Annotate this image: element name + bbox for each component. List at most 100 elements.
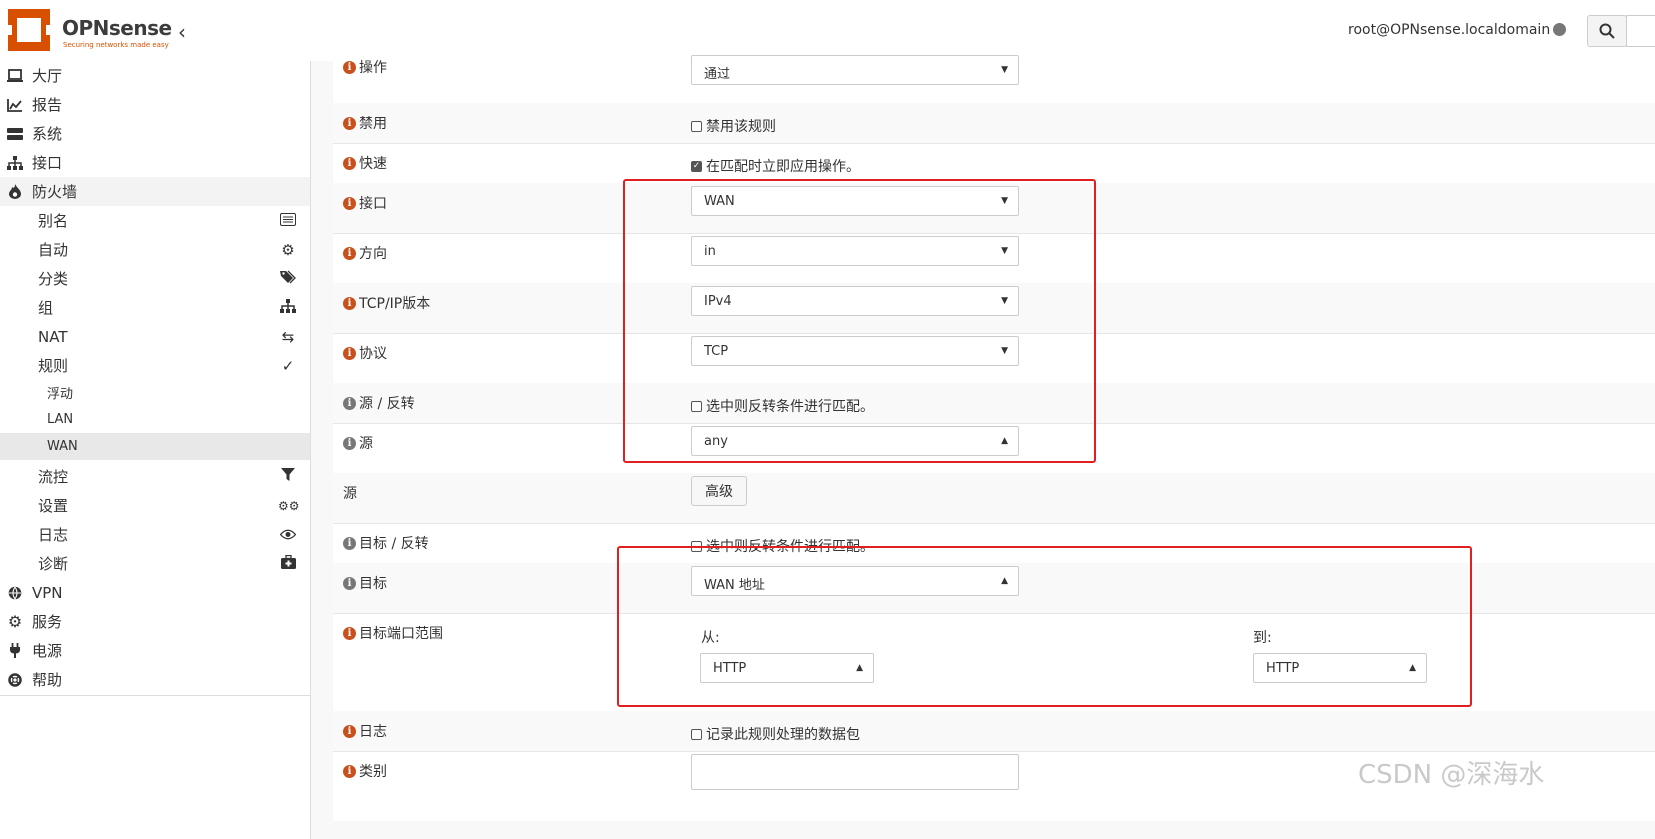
sidebar-item-interfaces[interactable]: 接口 xyxy=(0,148,310,177)
watermark: CSDN @深海水 xyxy=(1358,760,1545,790)
field-label: i 日志 xyxy=(343,721,387,741)
sidebar-item-label: 大厅 xyxy=(32,67,63,85)
source-invert-checkbox[interactable]: 选中则反转条件进行匹配。 xyxy=(691,396,874,416)
sitemap-icon xyxy=(278,298,298,317)
sidebar-item-diagnostics[interactable]: 诊断 xyxy=(0,549,310,578)
sidebar-item-label: 诊断 xyxy=(38,555,69,573)
sidebar-item-label: 规则 xyxy=(38,357,69,375)
sidebar-item-automation[interactable]: 自动 ⚙ xyxy=(0,235,310,264)
caret-up-icon: ▲ xyxy=(1409,663,1416,673)
opnsense-logo-icon[interactable] xyxy=(6,7,52,53)
eye-icon xyxy=(278,526,298,544)
sidebar-item-groups[interactable]: 组 xyxy=(0,293,310,322)
info-icon[interactable]: i xyxy=(343,626,356,640)
info-icon[interactable]: i xyxy=(343,60,356,74)
info-icon[interactable]: i xyxy=(343,536,356,550)
status-icon[interactable] xyxy=(1553,23,1566,36)
sitemap-icon xyxy=(6,155,24,170)
quick-checkbox[interactable]: ✓ 在匹配时立即应用操作。 xyxy=(691,156,860,176)
destination-select[interactable]: WAN 地址 ▲ xyxy=(691,566,1019,596)
info-icon[interactable]: i xyxy=(343,396,356,410)
sidebar-item-firewall[interactable]: 防火墙 xyxy=(0,177,310,206)
search-input[interactable] xyxy=(1626,15,1655,47)
form-row-dest-port-range: i 目标端口范围 从: 到: HTTP ▲ HTTP ▲ xyxy=(333,613,1655,712)
form-row-direction: i 方向 in ▼ xyxy=(333,233,1655,284)
gear-icon: ⚙ xyxy=(7,612,23,631)
form-row-dest-invert: i 目标 / 反转 选中则反转条件进行匹配。 xyxy=(333,523,1655,564)
info-icon[interactable]: i xyxy=(343,724,356,738)
search-button[interactable] xyxy=(1587,15,1627,47)
info-icon[interactable]: i xyxy=(343,156,356,170)
chart-icon xyxy=(6,98,24,112)
sidebar-item-power[interactable]: 电源 xyxy=(0,636,310,665)
globe-icon xyxy=(6,586,24,600)
sidebar-item-reports[interactable]: 报告 xyxy=(0,90,310,119)
sidebar-item-services[interactable]: ⚙ 服务 xyxy=(0,607,310,636)
list-icon xyxy=(278,212,298,230)
info-icon[interactable]: i xyxy=(343,196,356,210)
checkbox[interactable] xyxy=(691,400,702,412)
field-label: i 方向 xyxy=(343,243,387,263)
field-label: 源 xyxy=(343,486,357,502)
sidebar-item-nat[interactable]: NAT ⇆ xyxy=(0,322,310,351)
sidebar-item-label: WAN xyxy=(47,439,78,454)
search-icon xyxy=(1599,23,1615,39)
form-row-source: i源 any ▲ xyxy=(333,423,1655,474)
checkbox[interactable] xyxy=(691,728,702,740)
port-from-select[interactable]: HTTP ▲ xyxy=(700,653,874,683)
advanced-button[interactable]: 高级 xyxy=(691,476,747,506)
form-row-ipversion: i TCP/IP版本 IPv4 ▼ xyxy=(333,283,1655,334)
info-icon[interactable]: i xyxy=(343,576,356,590)
sidebar-item-rules-wan[interactable]: WAN xyxy=(0,433,310,460)
form-row-source-invert: i源 / 反转 选中则反转条件进行匹配。 xyxy=(333,383,1655,424)
field-label: i 目标 xyxy=(343,573,387,593)
sidebar-item-label: VPN xyxy=(32,583,63,602)
info-icon[interactable]: i xyxy=(343,116,356,130)
info-icon[interactable]: i xyxy=(343,436,356,450)
action-select[interactable]: 通过 ▼ xyxy=(691,55,1019,85)
ipversion-select[interactable]: IPv4 ▼ xyxy=(691,286,1019,316)
field-label: i 操作 xyxy=(343,57,387,77)
info-icon[interactable]: i xyxy=(343,346,356,360)
protocol-select[interactable]: TCP ▼ xyxy=(691,336,1019,366)
sidebar-item-label: 分类 xyxy=(38,270,69,288)
category-input[interactable] xyxy=(691,754,1019,790)
sidebar-item-system[interactable]: 系统 xyxy=(0,119,310,148)
check-icon: ✓ xyxy=(281,356,295,375)
laptop-icon xyxy=(6,68,24,83)
info-icon[interactable]: i xyxy=(343,764,356,778)
sidebar-divider xyxy=(0,695,310,696)
collapse-sidebar-icon[interactable]: ‹ xyxy=(178,20,186,44)
sidebar-item-log[interactable]: 日志 xyxy=(0,520,310,549)
dest-invert-checkbox[interactable]: 选中则反转条件进行匹配。 xyxy=(691,536,874,556)
medkit-icon xyxy=(278,554,298,573)
port-to-select[interactable]: HTTP ▲ xyxy=(1253,653,1427,683)
sidebar-item-settings[interactable]: 设置 ⚙⚙ xyxy=(0,491,310,520)
interface-select[interactable]: WAN ▼ xyxy=(691,186,1019,216)
sidebar-item-aliases[interactable]: 别名 xyxy=(0,206,310,235)
field-label: i 快速 xyxy=(343,153,387,173)
sidebar-item-lobby[interactable]: 大厅 xyxy=(0,61,310,90)
checkbox[interactable] xyxy=(691,120,702,132)
info-icon[interactable]: i xyxy=(343,246,356,260)
fire-icon xyxy=(6,184,24,199)
sidebar-item-help[interactable]: 帮助 xyxy=(0,665,310,694)
source-select[interactable]: any ▲ xyxy=(691,426,1019,456)
checkbox-checked[interactable]: ✓ xyxy=(691,160,702,172)
sidebar-item-label: 设置 xyxy=(38,497,69,515)
log-checkbox[interactable]: 记录此规则处理的数据包 xyxy=(691,724,860,744)
field-label: i TCP/IP版本 xyxy=(343,293,430,313)
sidebar-item-rules-lan[interactable]: LAN xyxy=(0,406,310,433)
info-icon[interactable]: i xyxy=(343,296,356,310)
sidebar-item-rules-floating[interactable]: 浮动 xyxy=(0,379,310,406)
sidebar-item-rules[interactable]: 规则 ✓ xyxy=(0,351,310,380)
gear-icon: ⚙ xyxy=(281,240,295,259)
user-account[interactable]: root@OPNsense.localdomain xyxy=(1348,22,1550,38)
checkbox[interactable] xyxy=(691,540,702,552)
disabled-checkbox[interactable]: 禁用该规则 xyxy=(691,116,776,136)
direction-select[interactable]: in ▼ xyxy=(691,236,1019,266)
sidebar-item-shaper[interactable]: 流控 xyxy=(0,462,310,491)
field-label: i 禁用 xyxy=(343,113,387,133)
sidebar-item-categories[interactable]: 分类 xyxy=(0,264,310,293)
sidebar-item-vpn[interactable]: VPN xyxy=(0,578,310,607)
